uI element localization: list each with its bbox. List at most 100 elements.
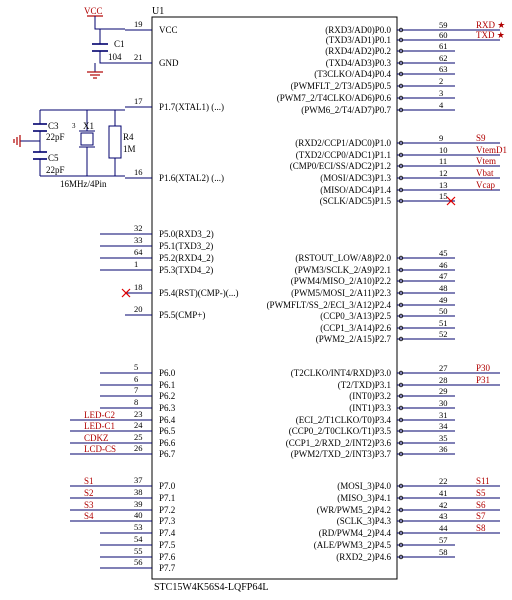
right-net-label: Vbat bbox=[476, 168, 494, 178]
left-pin-number: 6 bbox=[134, 374, 138, 384]
left-pin-name: P6.2 bbox=[159, 391, 175, 401]
left-pin-number: 37 bbox=[134, 475, 143, 485]
right-pin-number: 51 bbox=[439, 318, 448, 328]
right-pin-number: 46 bbox=[439, 260, 448, 270]
right-net-label: Vtem bbox=[476, 156, 496, 166]
right-pin-number: 22 bbox=[439, 476, 448, 486]
left-pin-number: 7 bbox=[134, 385, 138, 395]
right-pin-name: (CCP1_3/A14)P2.6 bbox=[320, 323, 391, 333]
left-pin-name: P6.4 bbox=[159, 415, 176, 425]
right-pin-number: 15 bbox=[439, 191, 448, 201]
right-pin-number: 11 bbox=[439, 156, 447, 166]
c1-value: 104 bbox=[108, 52, 122, 62]
left-pin-number: 56 bbox=[134, 557, 143, 567]
left-pin-number: 26 bbox=[134, 443, 143, 453]
right-pin-name: (TXD2/CCP0/ADC1)P1.1 bbox=[296, 150, 391, 160]
left-pin-name: P5.5(CMP+) bbox=[159, 310, 205, 320]
left-pin-number: 16 bbox=[134, 167, 143, 177]
left-pin-number: 38 bbox=[134, 487, 143, 497]
right-pin-number: 10 bbox=[439, 145, 448, 155]
right-net-label: S8 bbox=[476, 523, 486, 533]
right-pin-number: 58 bbox=[439, 547, 448, 557]
right-pin-number: 61 bbox=[439, 41, 448, 51]
right-pin-number: 31 bbox=[439, 410, 448, 420]
left-pin-name: P5.0(RXD3_2) bbox=[159, 229, 214, 239]
right-pin-name: (RXD2/CCP1/ADC0)P1.0 bbox=[295, 138, 391, 148]
left-net-label: LCD-CS bbox=[84, 444, 116, 454]
right-pin-number: 41 bbox=[439, 488, 448, 498]
left-pin-number: 25 bbox=[134, 432, 143, 442]
right-pin-name: (CCP0_3/A13)P2.5 bbox=[320, 311, 391, 321]
left-pin-number: 18 bbox=[134, 282, 143, 292]
crystal-x1 bbox=[80, 132, 94, 146]
right-net-label: TXD ★ bbox=[476, 30, 505, 40]
left-pin-number: 5 bbox=[134, 362, 138, 372]
c1-ref: C1 bbox=[114, 39, 125, 49]
r4-value: 1M bbox=[123, 144, 136, 154]
vcc-label: VCC bbox=[84, 6, 103, 16]
right-pin-name: (MOSI_3)P4.0 bbox=[337, 481, 391, 491]
right-pin-name: (PWMFLT_2/T3/AD5)P0.5 bbox=[291, 81, 392, 91]
left-pin-name: P5.4(RST)(CMP-)(...) bbox=[159, 288, 239, 298]
right-pin-number: 3 bbox=[439, 88, 443, 98]
right-pin-number: 29 bbox=[439, 386, 448, 396]
left-pin-name: P7.0 bbox=[159, 481, 176, 491]
left-pin-name: P5.1(TXD3_2) bbox=[159, 241, 213, 251]
left-pin-number: 24 bbox=[134, 420, 143, 430]
right-pin-name: (T3CLKO/AD4)P0.4 bbox=[314, 69, 391, 79]
right-pin-name: (CCP1_2/RXD_2/INT2)P3.6 bbox=[286, 438, 392, 448]
left-pin-number: 20 bbox=[134, 304, 143, 314]
right-pin-number: 13 bbox=[439, 180, 448, 190]
right-net-label: Vcap bbox=[476, 180, 495, 190]
c5-value: 22pF bbox=[46, 165, 65, 175]
right-pin-number: 12 bbox=[439, 168, 448, 178]
right-pin-number: 63 bbox=[439, 64, 448, 74]
right-pin-name: (SCLK/ADC5)P1.5 bbox=[320, 196, 392, 206]
left-pin-number: 55 bbox=[134, 546, 143, 556]
right-pin-name: (SCLK_3)P4.3 bbox=[337, 516, 392, 526]
ic-part-label: STC15W4K56S4-LQFP64L bbox=[154, 582, 268, 593]
power-section: VCC C1 104 bbox=[84, 6, 125, 79]
left-pin-number: 53 bbox=[134, 522, 143, 532]
c3-ref: C3 bbox=[48, 121, 59, 131]
ic-ref-label: U1 bbox=[152, 6, 164, 17]
right-net-label: RXD ★ bbox=[476, 20, 505, 30]
schematic-drawing: U1 STC15W4K56S4-LQFP64L 19VCC21GND17P1.7… bbox=[13, 6, 507, 593]
crystal-section: C3 22pF C5 22pF X1 3 R4 1M 16MHz/4Pin bbox=[13, 109, 136, 189]
right-pin-number: 59 bbox=[439, 20, 448, 30]
x1-pin3: 3 bbox=[72, 122, 76, 130]
left-pin-name: P6.6 bbox=[159, 438, 176, 448]
left-pin-number: 32 bbox=[134, 223, 143, 233]
right-net-label: S7 bbox=[476, 511, 486, 521]
c5-ref: C5 bbox=[48, 153, 59, 163]
right-net-label: P30 bbox=[476, 363, 491, 373]
right-pin-name: (RD/PWM4_2)P4.4 bbox=[319, 528, 392, 538]
left-pin-name: P6.0 bbox=[159, 368, 176, 378]
schematic-canvas: { "chip": { "ref": "U1", "part": "STC15W… bbox=[0, 0, 512, 600]
right-pin-group: 59 (RXD3/AD0)P0.0 60 (TXD3/AD1)P0.1 61 (RXD4/… bbox=[267, 20, 455, 562]
right-pin-name: (TXD4/AD3)P0.3 bbox=[326, 58, 392, 68]
right-pin-number: 62 bbox=[439, 53, 448, 63]
r4-ref: R4 bbox=[123, 132, 134, 142]
left-pin-number: 21 bbox=[134, 52, 143, 62]
left-pin-number: 33 bbox=[134, 235, 143, 245]
right-pin-name: (PWM4/MISO_2/A10)P2.2 bbox=[291, 276, 391, 286]
crystal-gnd-wire bbox=[20, 131, 41, 152]
right-pin-number: 44 bbox=[439, 523, 448, 533]
left-pin-number: 40 bbox=[134, 510, 143, 520]
left-pin-name: P7.2 bbox=[159, 505, 175, 515]
left-pin-name: P5.3(TXD4_2) bbox=[159, 265, 213, 275]
left-pin-number: 8 bbox=[134, 397, 138, 407]
right-net-label: S11 bbox=[476, 476, 490, 486]
right-pin-number: 27 bbox=[439, 363, 448, 373]
left-pin-name: P6.7 bbox=[159, 449, 176, 459]
right-pin-name: (ECI_2/T1CLKO/T0)P3.4 bbox=[296, 415, 392, 425]
left-pin-name: P7.6 bbox=[159, 552, 176, 562]
left-pin-name: VCC bbox=[159, 25, 178, 35]
left-net-label: LED-C1 bbox=[84, 421, 115, 431]
right-pin-number: 36 bbox=[439, 444, 448, 454]
right-pin-number: 57 bbox=[439, 535, 448, 545]
left-pin-number: 39 bbox=[134, 499, 143, 509]
left-pin-name: P7.3 bbox=[159, 516, 176, 526]
left-pin-number: 19 bbox=[134, 19, 143, 29]
